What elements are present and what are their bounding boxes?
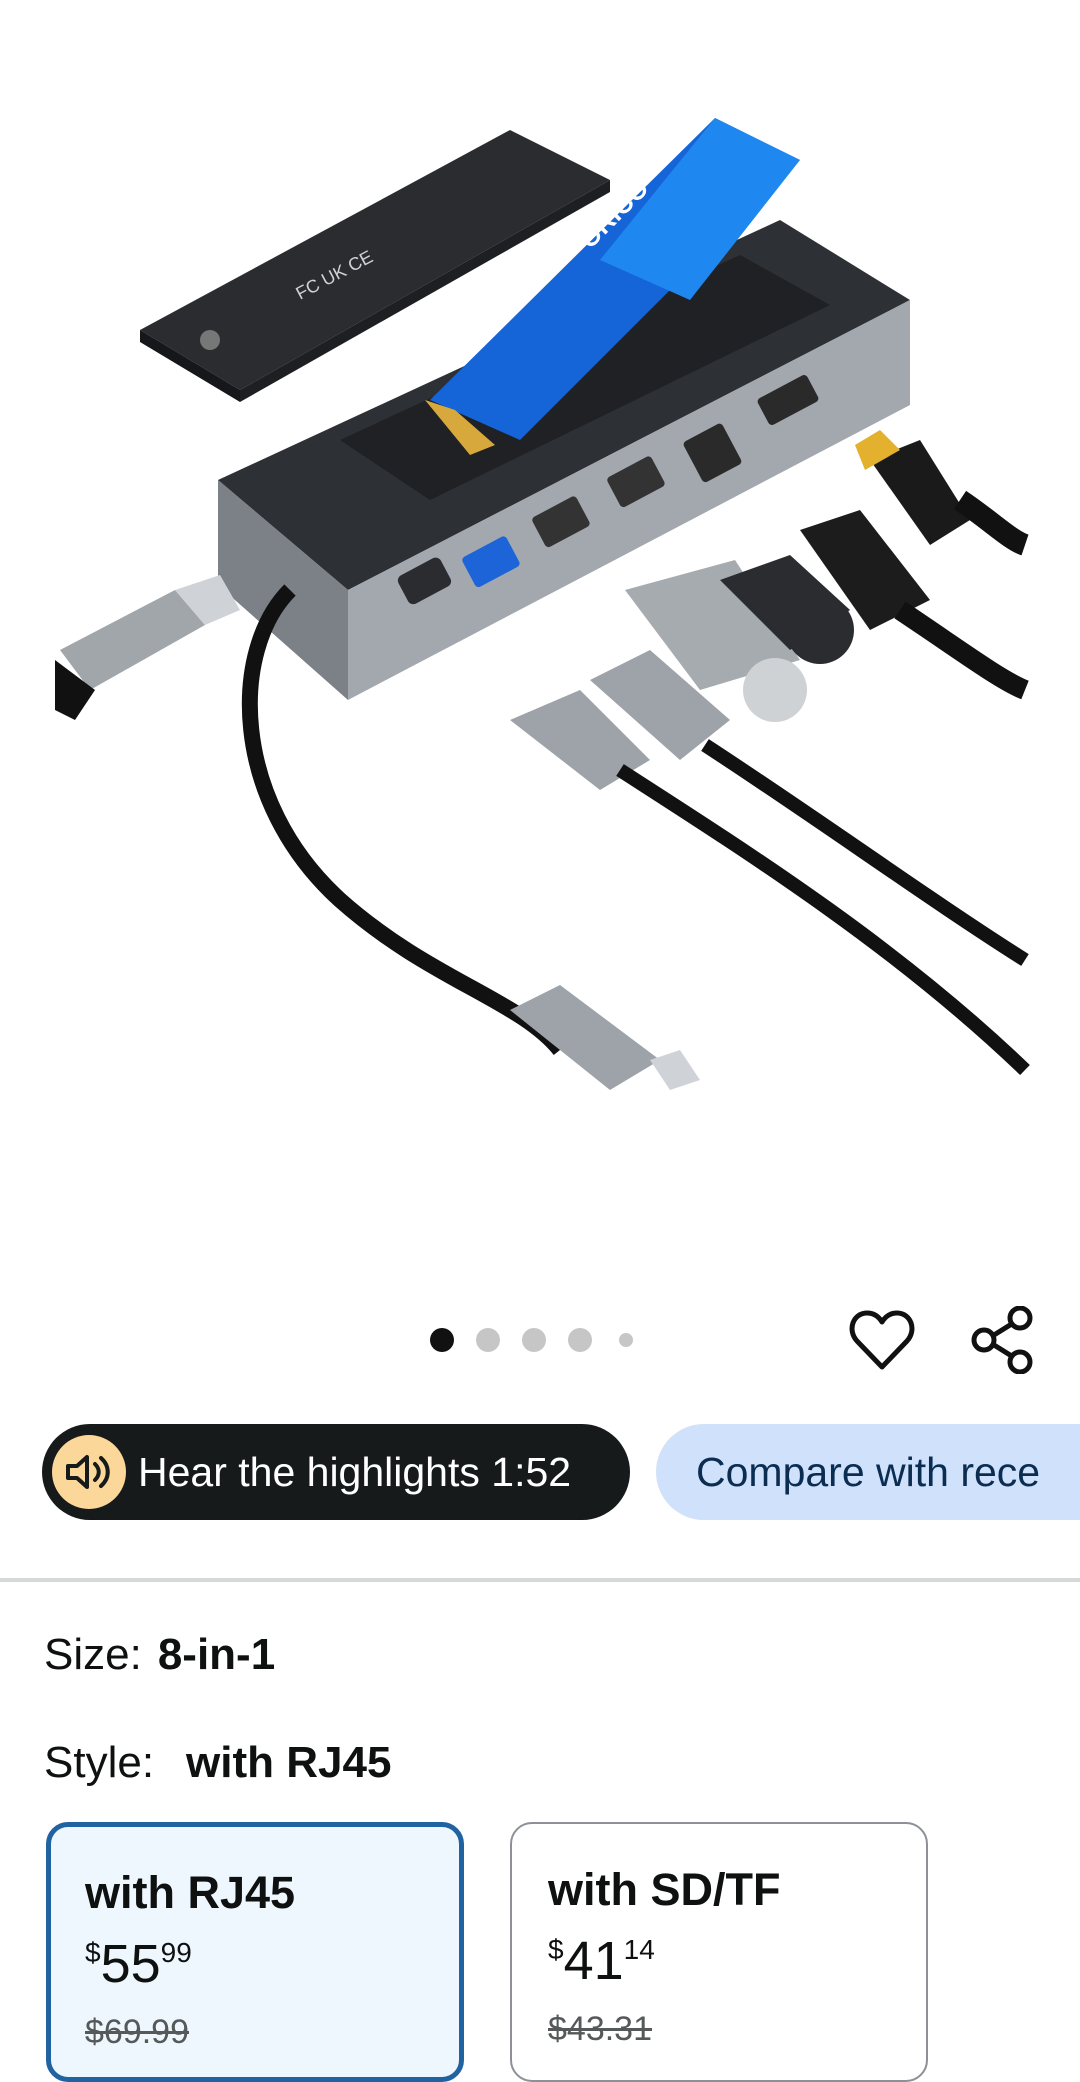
hear-highlights-label: Hear the highlights 1:52 (138, 1448, 572, 1495)
section-divider (0, 1578, 1080, 1582)
size-selector: Size: 8-in-1 (44, 1630, 275, 1680)
option-price: $5599 (85, 1937, 427, 1991)
option-name: with RJ45 (85, 1867, 296, 1918)
price-currency: $ (85, 1937, 101, 1968)
hear-highlights-button[interactable]: Hear the highlights 1:52 (42, 1424, 630, 1520)
price-whole: 55 (100, 1934, 161, 1994)
style-selector: Style: with RJ45 (44, 1738, 391, 1788)
carousel-dot-5[interactable] (619, 1333, 633, 1347)
heart-icon (849, 1310, 915, 1370)
product-image[interactable]: FC UK CE ORICO (0, 0, 1080, 1280)
favorite-button[interactable] (842, 1300, 922, 1380)
option-name: with SD/TF (548, 1864, 781, 1915)
option-list-price: $43.31 (548, 2010, 652, 2048)
style-option-sd-tf[interactable]: with SD/TF $4114 $43.31 (510, 1822, 928, 2082)
share-button[interactable] (962, 1300, 1042, 1380)
style-option-rj45[interactable]: with RJ45 $5599 $69.99 (46, 1822, 464, 2082)
carousel-dots (430, 1328, 633, 1352)
style-value: with RJ45 (186, 1738, 392, 1787)
share-icon (971, 1306, 1033, 1374)
carousel-dot-1[interactable] (430, 1328, 454, 1352)
price-fraction: 99 (160, 1937, 192, 1968)
price-currency: $ (548, 1934, 564, 1965)
action-pills: Hear the highlights 1:52 Compare with re… (42, 1424, 1080, 1520)
size-label: Size: (44, 1630, 142, 1679)
option-list-price: $69.99 (85, 2013, 189, 2051)
carousel-dot-4[interactable] (568, 1328, 592, 1352)
compare-label: Compare with rece (696, 1448, 1041, 1495)
size-value: 8-in-1 (157, 1630, 276, 1679)
price-whole: 41 (563, 1931, 624, 1991)
price-fraction: 14 (623, 1934, 655, 1965)
speaker-icon (52, 1435, 126, 1509)
carousel-dot-2[interactable] (476, 1328, 500, 1352)
style-label: Style: (44, 1738, 155, 1787)
compare-button[interactable]: Compare with rece (656, 1424, 1080, 1520)
product-illustration: FC UK CE ORICO (55, 118, 1030, 1090)
carousel-dot-3[interactable] (522, 1328, 546, 1352)
option-price: $4114 (548, 1934, 894, 1988)
